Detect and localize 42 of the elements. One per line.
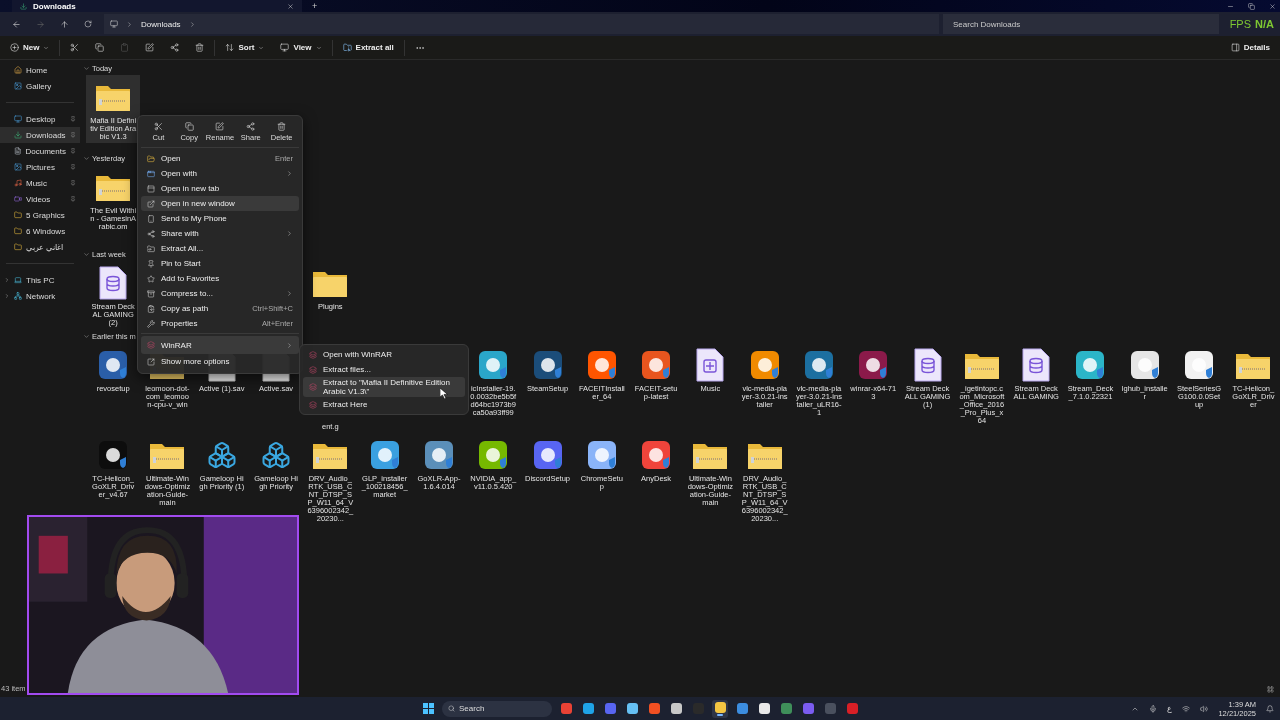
search-field[interactable]: Search Downloads bbox=[943, 14, 1219, 34]
new-tab-button[interactable]: + bbox=[308, 1, 322, 11]
menu-item[interactable]: Add to Favorites bbox=[141, 271, 299, 286]
menu-item[interactable]: Open with WinRAR bbox=[303, 347, 465, 362]
sidebar-item[interactable]: Music bbox=[0, 175, 80, 191]
menu-item[interactable]: Pin to Start bbox=[141, 256, 299, 271]
menu-item[interactable]: Open in new tab bbox=[141, 181, 299, 196]
sidebar-item[interactable]: Documents bbox=[0, 143, 80, 159]
view-button[interactable]: View bbox=[274, 38, 328, 57]
menu-item[interactable]: Open with bbox=[141, 166, 299, 181]
search-label: Search bbox=[459, 704, 485, 713]
sidebar-item[interactable]: Network bbox=[0, 288, 80, 304]
details-button[interactable]: Details bbox=[1224, 38, 1276, 57]
address-bar[interactable]: Downloads bbox=[104, 14, 939, 34]
sidebar-item[interactable]: اغاني عربي bbox=[0, 239, 80, 255]
menu-item[interactable]: Compress to... bbox=[141, 286, 299, 301]
taskbar-search-field[interactable]: Search bbox=[442, 700, 552, 717]
menu-item[interactable]: Extract files... bbox=[303, 362, 465, 377]
sidebar-item[interactable]: Downloads bbox=[0, 127, 80, 143]
sidebar-item[interactable]: 6 Windows bbox=[0, 223, 80, 239]
browser-tab[interactable]: Downloads bbox=[12, 0, 302, 12]
menu-item[interactable]: Share with bbox=[141, 226, 299, 241]
sidebar-item[interactable]: Desktop bbox=[0, 111, 80, 127]
new-button[interactable]: New bbox=[4, 38, 56, 57]
menu-item[interactable]: Show more options bbox=[141, 354, 299, 369]
fps-counter: FPS N/A bbox=[1229, 18, 1274, 30]
menu-item[interactable]: Extract to "Mafia II Definitive Edition Arabic V1.3\" bbox=[303, 377, 465, 397]
sidebar-item[interactable]: 5 Graphics bbox=[0, 207, 80, 223]
breadcrumb-item[interactable]: Downloads bbox=[141, 19, 181, 29]
menu-item[interactable]: Extract All... bbox=[141, 241, 299, 256]
sidebar-item[interactable]: Gallery bbox=[0, 78, 80, 94]
sidebar-item[interactable]: Home bbox=[0, 62, 80, 78]
sidebar-item[interactable]: This PC bbox=[0, 272, 80, 288]
menu-item[interactable]: Send to My Phone bbox=[141, 211, 299, 226]
menu-item[interactable]: WinRAR bbox=[141, 336, 299, 354]
menu-item[interactable]: Extract Here bbox=[303, 397, 465, 412]
extract-all-button[interactable]: Extract all bbox=[336, 38, 400, 57]
sidebar-item[interactable]: Pictures bbox=[0, 159, 80, 175]
sort-button[interactable]: Sort bbox=[219, 38, 271, 57]
language-indicator[interactable]: ع bbox=[1167, 704, 1173, 713]
sidebar-item[interactable]: Videos bbox=[0, 191, 80, 207]
menu-item[interactable]: Open in new window bbox=[141, 196, 299, 211]
